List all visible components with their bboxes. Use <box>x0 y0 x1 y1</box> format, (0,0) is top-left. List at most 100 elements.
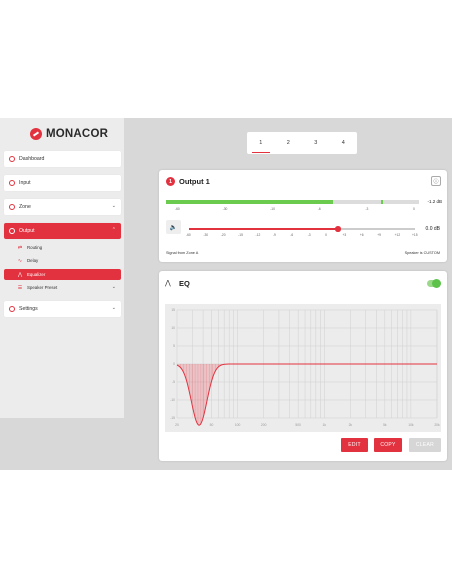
delay-icon: ∿ <box>17 257 23 264</box>
level-meter-peak <box>381 200 383 204</box>
sidebar-item-label: Dashboard <box>19 156 45 162</box>
eq-y-tick-label: 15 <box>171 308 175 312</box>
volume-scale-label: -30 <box>203 233 209 237</box>
level-meter-fill <box>166 200 333 204</box>
meter-scale-label: -30 <box>222 207 228 211</box>
chevron-down-icon: ⌄ <box>111 203 116 209</box>
volume-scale-label: +12 <box>394 233 401 237</box>
eq-x-tick-label: 200 <box>261 423 267 427</box>
output-number-badge: 1 <box>166 177 175 186</box>
volume-value-number: 0.0 <box>425 226 433 232</box>
chevron-up-icon: ⌃ <box>111 227 116 233</box>
level-meter-value: -1.2 dB <box>427 199 442 204</box>
eq-y-tick-label: -15 <box>170 416 175 420</box>
eq-card: ⋀ EQ 15 10 5 0 -5 -10 -15 20 50 100 200 500 1k 2k 5k 10… <box>159 271 447 461</box>
eq-y-tick-label: 0 <box>173 362 175 366</box>
volume-value-unit: dB <box>433 226 440 232</box>
tab-2[interactable]: 2 <box>275 132 303 154</box>
tab-1[interactable]: 1 <box>247 132 275 154</box>
routing-icon: ⇄ <box>17 244 23 251</box>
output-card: 1 Output 1 ⓘ -1.2 dB -60 -30 -10 -6 -3 0 🔈 -6… <box>159 170 447 262</box>
eq-title: EQ <box>179 279 190 288</box>
tab-4[interactable]: 4 <box>330 132 358 154</box>
meter-scale-label: -10 <box>270 207 275 211</box>
sidebar-item-label: Zone <box>19 204 31 210</box>
eq-plot[interactable]: 15 10 5 0 -5 -10 -15 20 50 100 200 500 1k 2k 5k 10k 20k <box>165 304 441 432</box>
dashboard-icon <box>9 156 15 162</box>
sidebar-subitem-label: Routing <box>27 245 43 250</box>
output-icon <box>9 228 15 234</box>
mute-button[interactable]: 🔈 <box>166 220 181 234</box>
volume-scale-label: -9 <box>272 233 276 237</box>
speaker-icon: 🔈 <box>169 224 178 231</box>
brand-name: MONACOR <box>46 128 109 140</box>
app-area: MONACOR Dashboard Input Zone ⌄ Output ⌃ … <box>0 118 452 470</box>
sidebar-subitem-label: Equalizer <box>27 272 46 277</box>
equalizer-icon: ⋀ <box>17 271 23 278</box>
eq-x-tick-label: 5k <box>383 423 387 427</box>
level-value-number: -1.2 <box>427 199 436 204</box>
level-value-unit: dB <box>436 199 442 204</box>
sidebar-subitem-label: Delay <box>27 258 39 263</box>
eq-x-tick-label: 20k <box>434 423 440 427</box>
meter-scale-label: -3 <box>365 207 369 211</box>
sidebar-item-dashboard[interactable]: Dashboard <box>4 151 121 167</box>
brand-logo: MONACOR <box>30 128 108 140</box>
sidebar-item-zone[interactable]: Zone ⌄ <box>4 199 121 215</box>
volume-slider[interactable] <box>189 226 415 232</box>
settings-icon <box>9 306 15 312</box>
eq-curve-icon: ⋀ <box>165 280 171 287</box>
eq-enable-toggle[interactable] <box>427 279 441 288</box>
input-icon <box>9 180 15 186</box>
volume-value: 0.0 dB <box>426 226 440 232</box>
eq-x-tick-label: 100 <box>235 423 241 427</box>
volume-scale-label: -20 <box>220 233 226 237</box>
eq-x-tick-label: 500 <box>295 423 301 427</box>
sidebar-subitem-equalizer[interactable]: ⋀ Equalizer <box>4 269 121 280</box>
eq-x-tick-label: 1k <box>323 423 327 427</box>
volume-scale-label: -15 <box>238 233 243 237</box>
sidebar-subitem-speaker-preset[interactable]: ☰ Speaker Preset ⌄ <box>4 282 121 293</box>
volume-scale-label: +15 <box>412 233 418 237</box>
eq-y-tick-label: -10 <box>170 398 175 402</box>
clear-button[interactable]: CLEAR <box>409 438 441 452</box>
level-meter <box>166 200 419 204</box>
sidebar-item-settings[interactable]: Settings ⌄ <box>4 301 121 317</box>
volume-scale-label: 0 <box>325 233 327 237</box>
volume-slider-fill <box>189 228 339 230</box>
copy-button[interactable]: COPY <box>374 438 402 452</box>
volume-scale-label: -6 <box>290 233 294 237</box>
tab-3[interactable]: 3 <box>302 132 330 154</box>
zone-icon <box>9 204 15 210</box>
output-title: Output 1 <box>179 177 210 186</box>
sidebar-subitem-label: Speaker Preset <box>27 285 58 290</box>
eq-y-tick-label: -5 <box>172 380 175 384</box>
eq-curve-line <box>176 363 437 426</box>
sidebar-item-input[interactable]: Input <box>4 175 121 191</box>
volume-slider-thumb[interactable] <box>335 226 341 232</box>
sidebar-subitem-delay[interactable]: ∿ Delay <box>4 255 121 266</box>
sidebar-item-label: Settings <box>19 306 38 312</box>
chevron-down-icon: ⌄ <box>111 284 116 290</box>
sidebar-item-label: Input <box>19 180 31 186</box>
sidebar-item-output[interactable]: Output ⌃ <box>4 223 121 239</box>
monacor-logo-icon <box>30 128 42 140</box>
volume-scale-label: -12 <box>255 233 261 237</box>
eq-x-tick-label: 2k <box>349 423 353 427</box>
signal-source-text: Signal from Zone A <box>166 251 199 255</box>
sidebar-subitem-routing[interactable]: ⇄ Routing <box>4 242 121 253</box>
edit-button[interactable]: EDIT <box>341 438 368 452</box>
sidebar-item-label: Output <box>19 228 35 234</box>
eq-x-tick-label: 10k <box>408 423 414 427</box>
eq-y-tick-label: 10 <box>171 326 175 330</box>
meter-scale-label: -6 <box>317 207 321 211</box>
sidebar: MONACOR Dashboard Input Zone ⌄ Output ⌃ … <box>0 118 124 418</box>
volume-scale-label: -3 <box>307 233 311 237</box>
volume-scale-label: +6 <box>359 233 364 237</box>
speaker-preset-text: Speaker is CUSTOM <box>404 251 440 255</box>
eq-x-tick-label: 20 <box>175 423 179 427</box>
meter-scale-label: 0 <box>413 207 415 211</box>
chevron-down-icon: ⌄ <box>111 305 116 311</box>
volume-scale-label: -60 <box>186 233 191 237</box>
info-button[interactable]: ⓘ <box>431 176 441 186</box>
